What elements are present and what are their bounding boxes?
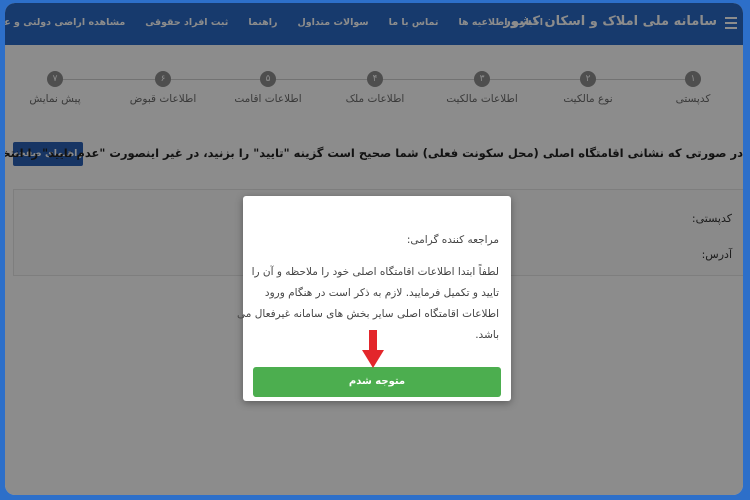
page-frame: سامانه ملی املاک و اسکان کشور اخبار و اط… [5,3,743,495]
notice-modal: مراجعه کننده گرامی: لطفاً ابتدا اطلاعات … [237,196,511,401]
got-it-button[interactable]: متوجه شدم [253,367,501,397]
modal-message-line: اطلاعات اقامتگاه اصلی سایر بخش های سامان… [237,308,499,320]
modal-message-line: لطفاً ابتدا اطلاعات اقامتگاه اصلی خود را… [251,266,499,278]
red-arrow-down-icon [362,330,384,368]
modal-message-line: تایید و تکمیل فرمایید. لازم به ذکر است د… [264,287,499,299]
modal-greeting: مراجعه کننده گرامی: [406,234,499,246]
